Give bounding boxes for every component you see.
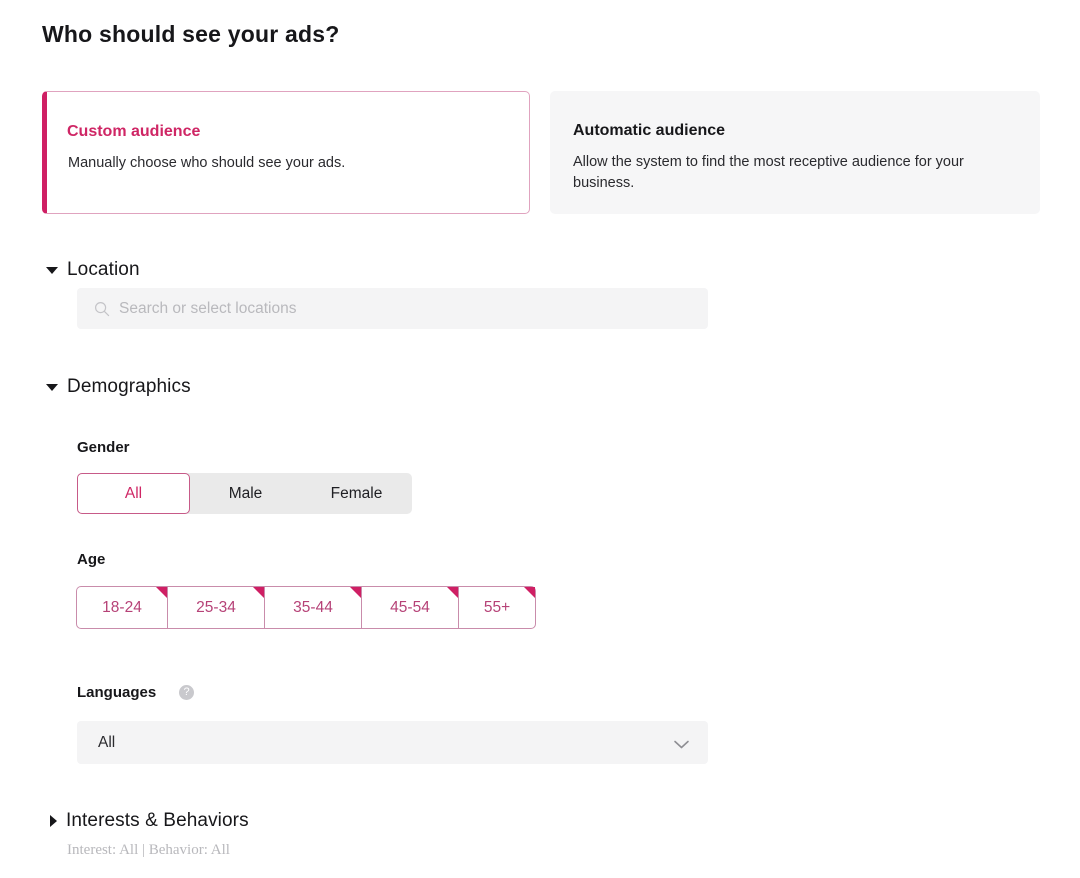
- location-search-placeholder: Search or select locations: [119, 299, 297, 317]
- search-icon: [94, 301, 110, 317]
- section-label-location: Location: [67, 259, 140, 280]
- gender-segmented-control: All Male Female: [77, 473, 412, 514]
- age-chip-label: 18-24: [102, 598, 142, 616]
- section-label-demographics: Demographics: [67, 376, 191, 397]
- triangle-right-icon: [50, 815, 57, 827]
- page-title: Who should see your ads?: [42, 21, 340, 47]
- age-chip-label: 25-34: [196, 598, 236, 616]
- age-chip-label: 55+: [483, 598, 511, 616]
- gender-option-male[interactable]: Male: [190, 473, 301, 514]
- triangle-down-icon: [46, 383, 58, 391]
- age-chip-25-34[interactable]: 25-34: [167, 586, 264, 629]
- audience-card-automatic[interactable]: Automatic audience Allow the system to f…: [550, 91, 1040, 214]
- languages-select-value: All: [98, 733, 116, 751]
- help-circle-icon[interactable]: ?: [179, 685, 194, 700]
- section-header-location[interactable]: Location: [46, 259, 140, 281]
- audience-targeting-panel: Who should see your ads? Custom audience…: [0, 0, 1080, 878]
- gender-option-all[interactable]: All: [77, 473, 190, 514]
- chevron-down-icon: [673, 737, 690, 749]
- audience-card-automatic-description: Allow the system to find the most recept…: [573, 154, 964, 191]
- interests-behaviors-summary: Interest: All | Behavior: All: [67, 842, 230, 858]
- audience-card-custom[interactable]: Custom audience Manually choose who shou…: [42, 91, 530, 214]
- field-label-languages: Languages: [77, 684, 157, 701]
- section-header-demographics[interactable]: Demographics: [46, 376, 191, 398]
- gender-option-female[interactable]: Female: [301, 473, 412, 514]
- selected-corner-icon: [350, 587, 361, 598]
- audience-option-cards: Custom audience Manually choose who shou…: [42, 91, 1040, 214]
- field-label-age: Age: [77, 551, 106, 568]
- age-chip-label: 35-44: [293, 598, 333, 616]
- audience-card-custom-description: Manually choose who should see your ads.: [68, 155, 346, 171]
- triangle-down-icon: [46, 266, 58, 274]
- age-chip-35-44[interactable]: 35-44: [264, 586, 361, 629]
- selected-corner-icon: [156, 587, 167, 598]
- selected-corner-icon: [253, 587, 264, 598]
- selected-corner-icon: [524, 587, 535, 598]
- age-chip-55-plus[interactable]: 55+: [458, 586, 536, 629]
- section-header-interests-behaviors[interactable]: Interests & Behaviors: [50, 810, 249, 832]
- selected-corner-icon: [447, 587, 458, 598]
- audience-card-custom-title: Custom audience: [67, 123, 201, 140]
- age-chip-18-24[interactable]: 18-24: [76, 586, 167, 629]
- audience-card-automatic-title: Automatic audience: [573, 122, 726, 139]
- languages-select[interactable]: All: [77, 721, 708, 764]
- section-label-interests-behaviors: Interests & Behaviors: [66, 810, 249, 831]
- age-chip-label: 45-54: [390, 598, 430, 616]
- age-chip-45-54[interactable]: 45-54: [361, 586, 458, 629]
- field-label-gender: Gender: [77, 439, 130, 456]
- age-chip-group: 18-24 25-34 35-44 45-54 55+: [76, 586, 536, 629]
- location-search-input[interactable]: Search or select locations: [77, 288, 708, 329]
